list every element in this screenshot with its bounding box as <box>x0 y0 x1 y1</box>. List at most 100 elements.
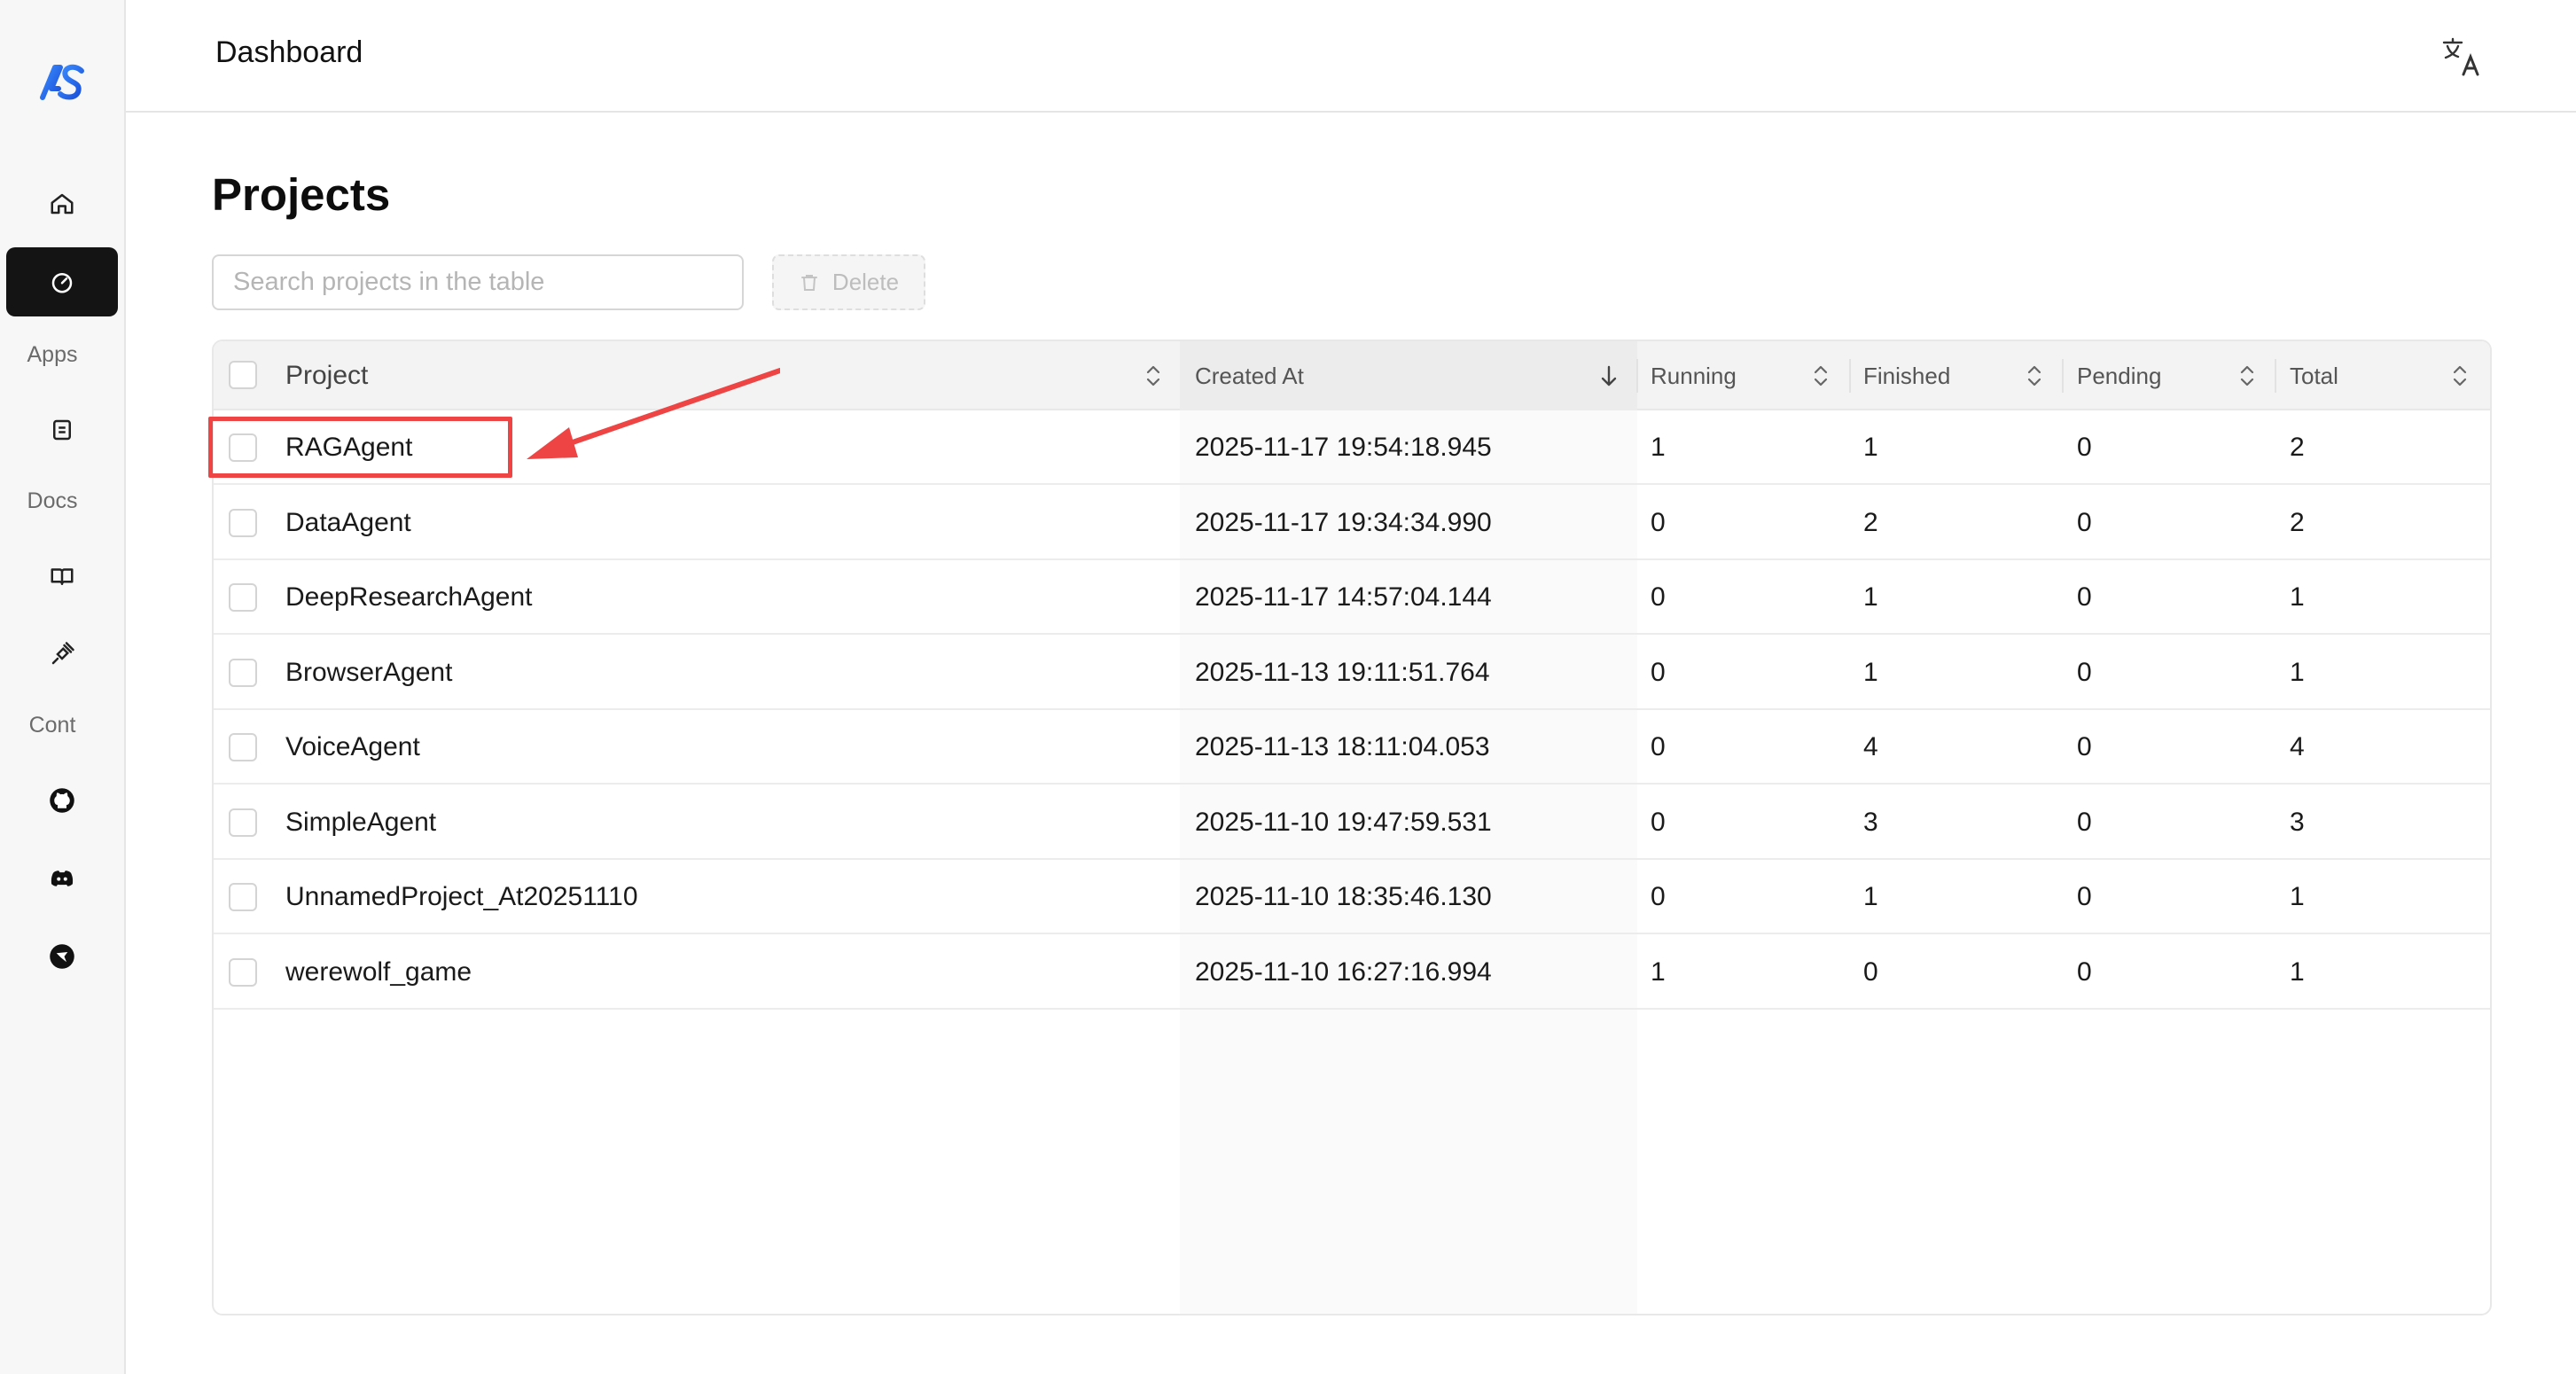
cell-finished: 1 <box>1863 582 1878 612</box>
cell-project[interactable]: werewolf_game <box>285 935 472 1010</box>
cell-project[interactable]: SimpleAgent <box>285 785 436 860</box>
sort-icon[interactable] <box>2024 363 2045 389</box>
projects-table: Project Created At Running Finished Pend… <box>212 340 2492 1315</box>
delete-button-label: Delete <box>831 269 900 295</box>
column-header-running[interactable]: Running <box>1651 341 1737 410</box>
column-separator <box>2275 359 2276 393</box>
cell-finished: 1 <box>1863 882 1878 911</box>
cell-finished: 1 <box>1863 433 1878 462</box>
cell-total: 3 <box>2290 807 2305 837</box>
nav-apps[interactable] <box>6 395 118 465</box>
plug-icon <box>51 642 74 665</box>
table-row[interactable]: UnnamedProject_At20251110 2025-11-10 18:3… <box>214 860 2490 934</box>
app-icon <box>53 419 71 441</box>
cell-project[interactable]: DeepResearchAgent <box>285 560 533 635</box>
cell-running: 0 <box>1651 507 1666 537</box>
cell-finished: 4 <box>1863 732 1878 761</box>
cell-pending: 0 <box>2077 433 2092 462</box>
top-header: Dashboard <box>126 0 2576 113</box>
nav-github[interactable] <box>6 766 118 835</box>
row-checkbox[interactable] <box>229 733 257 761</box>
table-row[interactable]: SimpleAgent 2025-11-10 19:47:59.531 0 3 0 3 <box>214 785 2490 860</box>
table-row[interactable]: DeepResearchAgent 2025-11-17 14:57:04.144… <box>214 560 2490 635</box>
cell-total: 2 <box>2290 433 2305 462</box>
row-checkbox[interactable] <box>229 433 257 462</box>
cell-finished: 3 <box>1863 807 1878 837</box>
logo-icon[interactable] <box>39 62 85 101</box>
select-all-checkbox[interactable] <box>229 361 257 389</box>
cell-created-at: 2025-11-10 16:27:16.994 <box>1195 956 1492 987</box>
cell-created-at: 2025-11-13 19:11:51.764 <box>1195 657 1490 687</box>
cell-total: 4 <box>2290 732 2305 761</box>
table-row[interactable]: DataAgent 2025-11-17 19:34:34.990 0 2 0 2 <box>214 486 2490 560</box>
column-header-finished[interactable]: Finished <box>1863 341 1950 410</box>
cell-project[interactable]: BrowserAgent <box>285 636 452 710</box>
cell-pending: 0 <box>2077 582 2092 612</box>
cell-project[interactable]: VoiceAgent <box>285 710 420 785</box>
sidebar: Apps Docs Cont <box>0 0 126 1374</box>
cell-running: 1 <box>1651 956 1666 987</box>
delete-button[interactable]: Delete <box>772 254 925 310</box>
sort-icon[interactable] <box>2236 363 2258 389</box>
sort-desc-icon[interactable] <box>1598 363 1620 389</box>
cell-finished: 0 <box>1863 956 1878 987</box>
dashboard-icon <box>51 273 73 293</box>
cell-created-at: 2025-11-17 19:34:34.990 <box>1195 507 1492 537</box>
nav-dashboard[interactable] <box>6 247 118 316</box>
table-row[interactable]: werewolf_game 2025-11-10 16:27:16.994 1 0 0 1 <box>214 935 2490 1010</box>
cell-pending: 0 <box>2077 882 2092 911</box>
cell-finished: 2 <box>1863 507 1878 537</box>
sort-icon[interactable] <box>2449 363 2471 389</box>
nav-bird[interactable] <box>6 922 118 991</box>
cell-running: 0 <box>1651 882 1666 911</box>
cell-running: 0 <box>1651 807 1666 837</box>
translate-icon[interactable] <box>2440 35 2485 80</box>
discord-icon <box>51 870 74 886</box>
cell-running: 0 <box>1651 657 1666 687</box>
cell-project[interactable]: DataAgent <box>285 486 411 560</box>
table-row[interactable]: RAGAgent 2025-11-17 19:54:18.945 1 1 0 2 <box>214 410 2490 485</box>
cell-total: 1 <box>2290 657 2305 687</box>
row-checkbox[interactable] <box>229 808 257 837</box>
cell-pending: 0 <box>2077 732 2092 761</box>
row-checkbox[interactable] <box>229 883 257 911</box>
row-checkbox[interactable] <box>229 583 257 612</box>
row-checkbox[interactable] <box>229 508 257 537</box>
column-header-project[interactable]: Project <box>285 341 368 410</box>
nav-docs[interactable] <box>6 542 118 611</box>
table-row[interactable]: VoiceAgent 2025-11-13 18:11:04.053 0 4 0 4 <box>214 710 2490 785</box>
nav-section-cont: Cont <box>28 713 76 738</box>
table-row[interactable]: BrowserAgent 2025-11-13 19:11:51.764 0 1 0 1 <box>214 636 2490 710</box>
nav-api[interactable] <box>6 620 118 689</box>
cell-created-at: 2025-11-13 18:11:04.053 <box>1195 732 1490 761</box>
cell-project[interactable]: RAGAgent <box>285 410 412 485</box>
cell-pending: 0 <box>2077 956 2092 987</box>
column-header-total[interactable]: Total <box>2290 341 2338 410</box>
cell-total: 1 <box>2290 956 2305 987</box>
column-header-pending[interactable]: Pending <box>2077 341 2161 410</box>
bird-icon <box>50 944 74 969</box>
sort-icon[interactable] <box>1143 363 1164 389</box>
cell-running: 1 <box>1651 433 1666 462</box>
trash-icon <box>800 274 817 291</box>
cell-project[interactable]: UnnamedProject_At20251110 <box>285 860 638 934</box>
cell-pending: 0 <box>2077 507 2092 537</box>
column-separator <box>1636 359 1638 393</box>
row-checkbox[interactable] <box>229 957 257 987</box>
cell-running: 0 <box>1651 732 1666 761</box>
nav-section-docs: Docs <box>27 488 78 513</box>
cell-pending: 0 <box>2077 657 2092 687</box>
cell-total: 1 <box>2290 582 2305 612</box>
page-title: Projects <box>212 169 391 220</box>
cell-total: 1 <box>2290 882 2305 911</box>
github-icon <box>50 788 74 813</box>
nav-home[interactable] <box>6 169 118 238</box>
search-input[interactable] <box>212 254 744 310</box>
nav-discord[interactable] <box>6 844 118 913</box>
sort-icon[interactable] <box>1810 363 1831 389</box>
column-header-created-at[interactable]: Created At <box>1195 341 1304 410</box>
cell-created-at: 2025-11-17 14:57:04.144 <box>1195 582 1492 612</box>
row-checkbox[interactable] <box>229 658 257 687</box>
table-header: Project Created At Running Finished Pend… <box>214 341 2490 410</box>
book-icon <box>51 568 74 585</box>
